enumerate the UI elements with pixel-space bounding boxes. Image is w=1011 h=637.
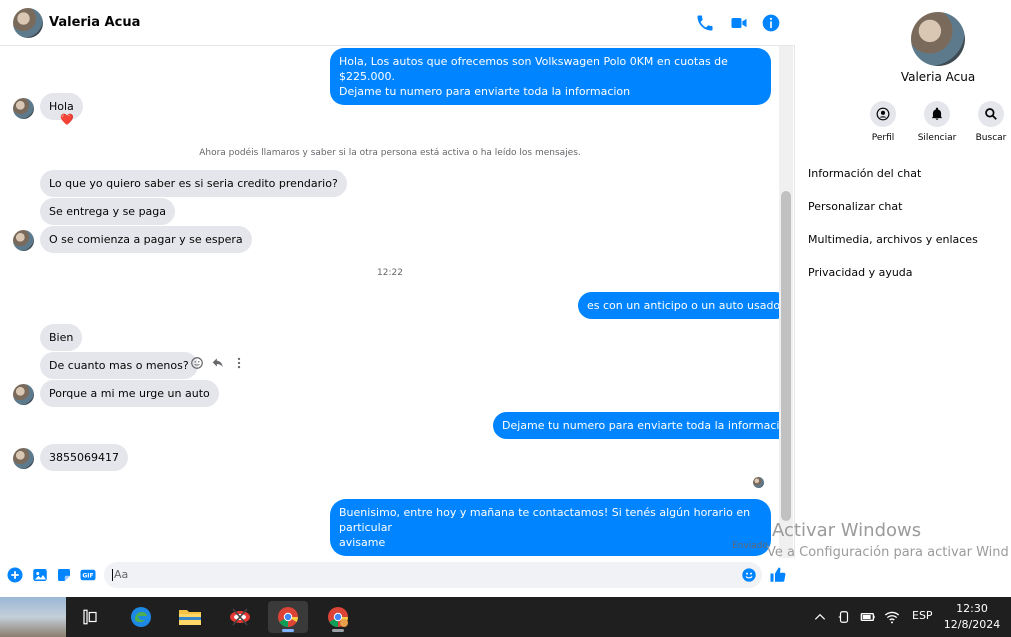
message-input-placeholder: Aa bbox=[112, 568, 129, 581]
search-icon bbox=[985, 108, 997, 120]
system-clock[interactable]: 12:30 12/8/2024 bbox=[940, 601, 1004, 633]
scroll-thumb[interactable] bbox=[781, 191, 791, 521]
mute-button[interactable]: Silenciar bbox=[907, 101, 967, 143]
windows-taskbar: ESP 12:30 12/8/2024 bbox=[0, 597, 1011, 637]
activation-watermark-title: Activar Windows bbox=[772, 520, 922, 541]
incoming-message[interactable]: 3855069417 bbox=[40, 444, 128, 471]
outgoing-message[interactable]: Hola, Los autos que ofrecemos son Volksw… bbox=[330, 48, 771, 105]
timestamp: 12:22 bbox=[377, 268, 403, 278]
outgoing-message[interactable]: Buenisimo, entre hoy y mañana te contact… bbox=[330, 499, 771, 556]
menu-chat-info[interactable]: Información del chat bbox=[808, 167, 921, 180]
contact-avatar-small bbox=[13, 98, 34, 119]
wallpaper-thumbnail bbox=[0, 597, 66, 637]
snipping-tool-button[interactable] bbox=[220, 601, 260, 633]
message-input[interactable]: Aa bbox=[104, 562, 762, 588]
task-view-icon bbox=[83, 609, 97, 625]
sticker-icon[interactable] bbox=[55, 566, 73, 584]
system-notice: Ahora podéis llamaros y saber si la otra… bbox=[199, 148, 581, 158]
plus-icon[interactable] bbox=[6, 566, 24, 584]
seen-avatar bbox=[753, 477, 764, 488]
phone-icon[interactable] bbox=[695, 13, 715, 33]
thumbs-up-icon[interactable] bbox=[769, 566, 787, 584]
task-view-button[interactable] bbox=[70, 601, 110, 633]
smile-icon[interactable] bbox=[190, 356, 204, 370]
message-list[interactable]: Hola, Los autos que ofrecemos son Volksw… bbox=[0, 46, 780, 558]
menu-privacy-support[interactable]: Privacidad y ayuda bbox=[808, 266, 913, 279]
contact-name[interactable]: Valeria Acua bbox=[49, 15, 140, 30]
mute-label: Silenciar bbox=[917, 133, 957, 143]
profile-button[interactable]: Perfil bbox=[853, 101, 913, 143]
menu-customize-chat[interactable]: Personalizar chat bbox=[808, 200, 902, 213]
chat-header: Valeria Acua bbox=[0, 0, 795, 46]
video-icon[interactable] bbox=[729, 13, 749, 33]
outgoing-message[interactable]: Dejame tu numero para enviarte toda la i… bbox=[493, 412, 780, 439]
file-explorer-button[interactable] bbox=[170, 601, 210, 633]
message-scrollbar[interactable] bbox=[779, 46, 793, 558]
heart-reaction[interactable]: ❤️ bbox=[60, 113, 74, 126]
incoming-message[interactable]: Porque a mi me urge un auto bbox=[40, 380, 219, 407]
folder-icon bbox=[179, 610, 201, 625]
edge-icon bbox=[131, 607, 151, 627]
messenger-window: Valeria Acua Hola, Los autos que ofrecem… bbox=[0, 0, 1011, 597]
panel-contact-name: Valeria Acua bbox=[900, 70, 976, 84]
emoji-icon[interactable] bbox=[741, 567, 757, 583]
edge-button[interactable] bbox=[121, 601, 161, 633]
incoming-message[interactable]: De cuanto mas o menos? bbox=[40, 352, 198, 379]
incoming-message[interactable]: Bien bbox=[40, 324, 83, 351]
chrome-icon bbox=[328, 607, 349, 628]
chrome-button-active[interactable] bbox=[268, 601, 308, 633]
chrome-icon bbox=[278, 607, 299, 628]
composer: GIF Aa bbox=[0, 558, 795, 597]
bell-icon bbox=[931, 107, 943, 120]
svg-text:GIF: GIF bbox=[82, 573, 93, 580]
delivery-status: Enviado bbox=[732, 541, 768, 551]
incoming-message[interactable]: Lo que yo quiero saber es si seria credi… bbox=[40, 170, 347, 197]
chrome-profile-button[interactable] bbox=[318, 601, 358, 633]
chevron-up-icon[interactable] bbox=[813, 610, 827, 624]
contact-avatar-small bbox=[13, 230, 34, 251]
image-icon[interactable] bbox=[31, 566, 49, 584]
gif-icon[interactable]: GIF bbox=[79, 566, 97, 584]
profile-icon bbox=[876, 107, 890, 121]
menu-media-files-links[interactable]: Multimedia, archivos y enlaces bbox=[808, 233, 978, 246]
message-text: Hola, Los autos que ofrecemos son Volksw… bbox=[339, 55, 728, 83]
chat-column: Valeria Acua Hola, Los autos que ofrecem… bbox=[0, 0, 795, 597]
search-label: Buscar bbox=[975, 133, 1007, 143]
clock-date: 12/8/2024 bbox=[943, 618, 1001, 631]
activation-watermark-subtitle: Ve a Configuración para activar Wind bbox=[767, 545, 1009, 560]
search-button[interactable]: Buscar bbox=[961, 101, 1011, 143]
language-indicator[interactable]: ESP bbox=[912, 609, 933, 622]
profile-label: Perfil bbox=[871, 133, 895, 143]
wifi-icon[interactable] bbox=[884, 609, 900, 625]
incoming-message[interactable]: O se comienza a pagar y se espera bbox=[40, 226, 252, 253]
more-icon[interactable] bbox=[232, 356, 246, 370]
running-indicator bbox=[332, 629, 344, 632]
active-indicator bbox=[282, 629, 294, 632]
contact-avatar[interactable] bbox=[13, 8, 43, 38]
outgoing-message[interactable]: es con un anticipo o un auto usado bbox=[578, 292, 780, 319]
reply-icon[interactable] bbox=[211, 356, 225, 370]
contact-avatar-small bbox=[13, 448, 34, 469]
clock-time: 12:30 bbox=[956, 602, 988, 615]
panel-contact-avatar[interactable] bbox=[911, 12, 965, 66]
contact-avatar-small bbox=[13, 384, 34, 405]
device-icon[interactable] bbox=[837, 609, 851, 625]
message-text: Buenisimo, entre hoy y mañana te contact… bbox=[339, 506, 751, 534]
message-text: Dejame tu numero para enviarte toda la i… bbox=[339, 85, 631, 98]
message-text: avisame bbox=[339, 536, 386, 549]
snipping-tool-icon bbox=[230, 608, 250, 626]
conversation-info-panel: Valeria Acua Perfil Silenciar Buscar Inf… bbox=[796, 0, 1011, 597]
incoming-message[interactable]: Se entrega y se paga bbox=[40, 198, 176, 225]
battery-icon[interactable] bbox=[859, 609, 877, 625]
info-icon[interactable] bbox=[761, 13, 781, 33]
